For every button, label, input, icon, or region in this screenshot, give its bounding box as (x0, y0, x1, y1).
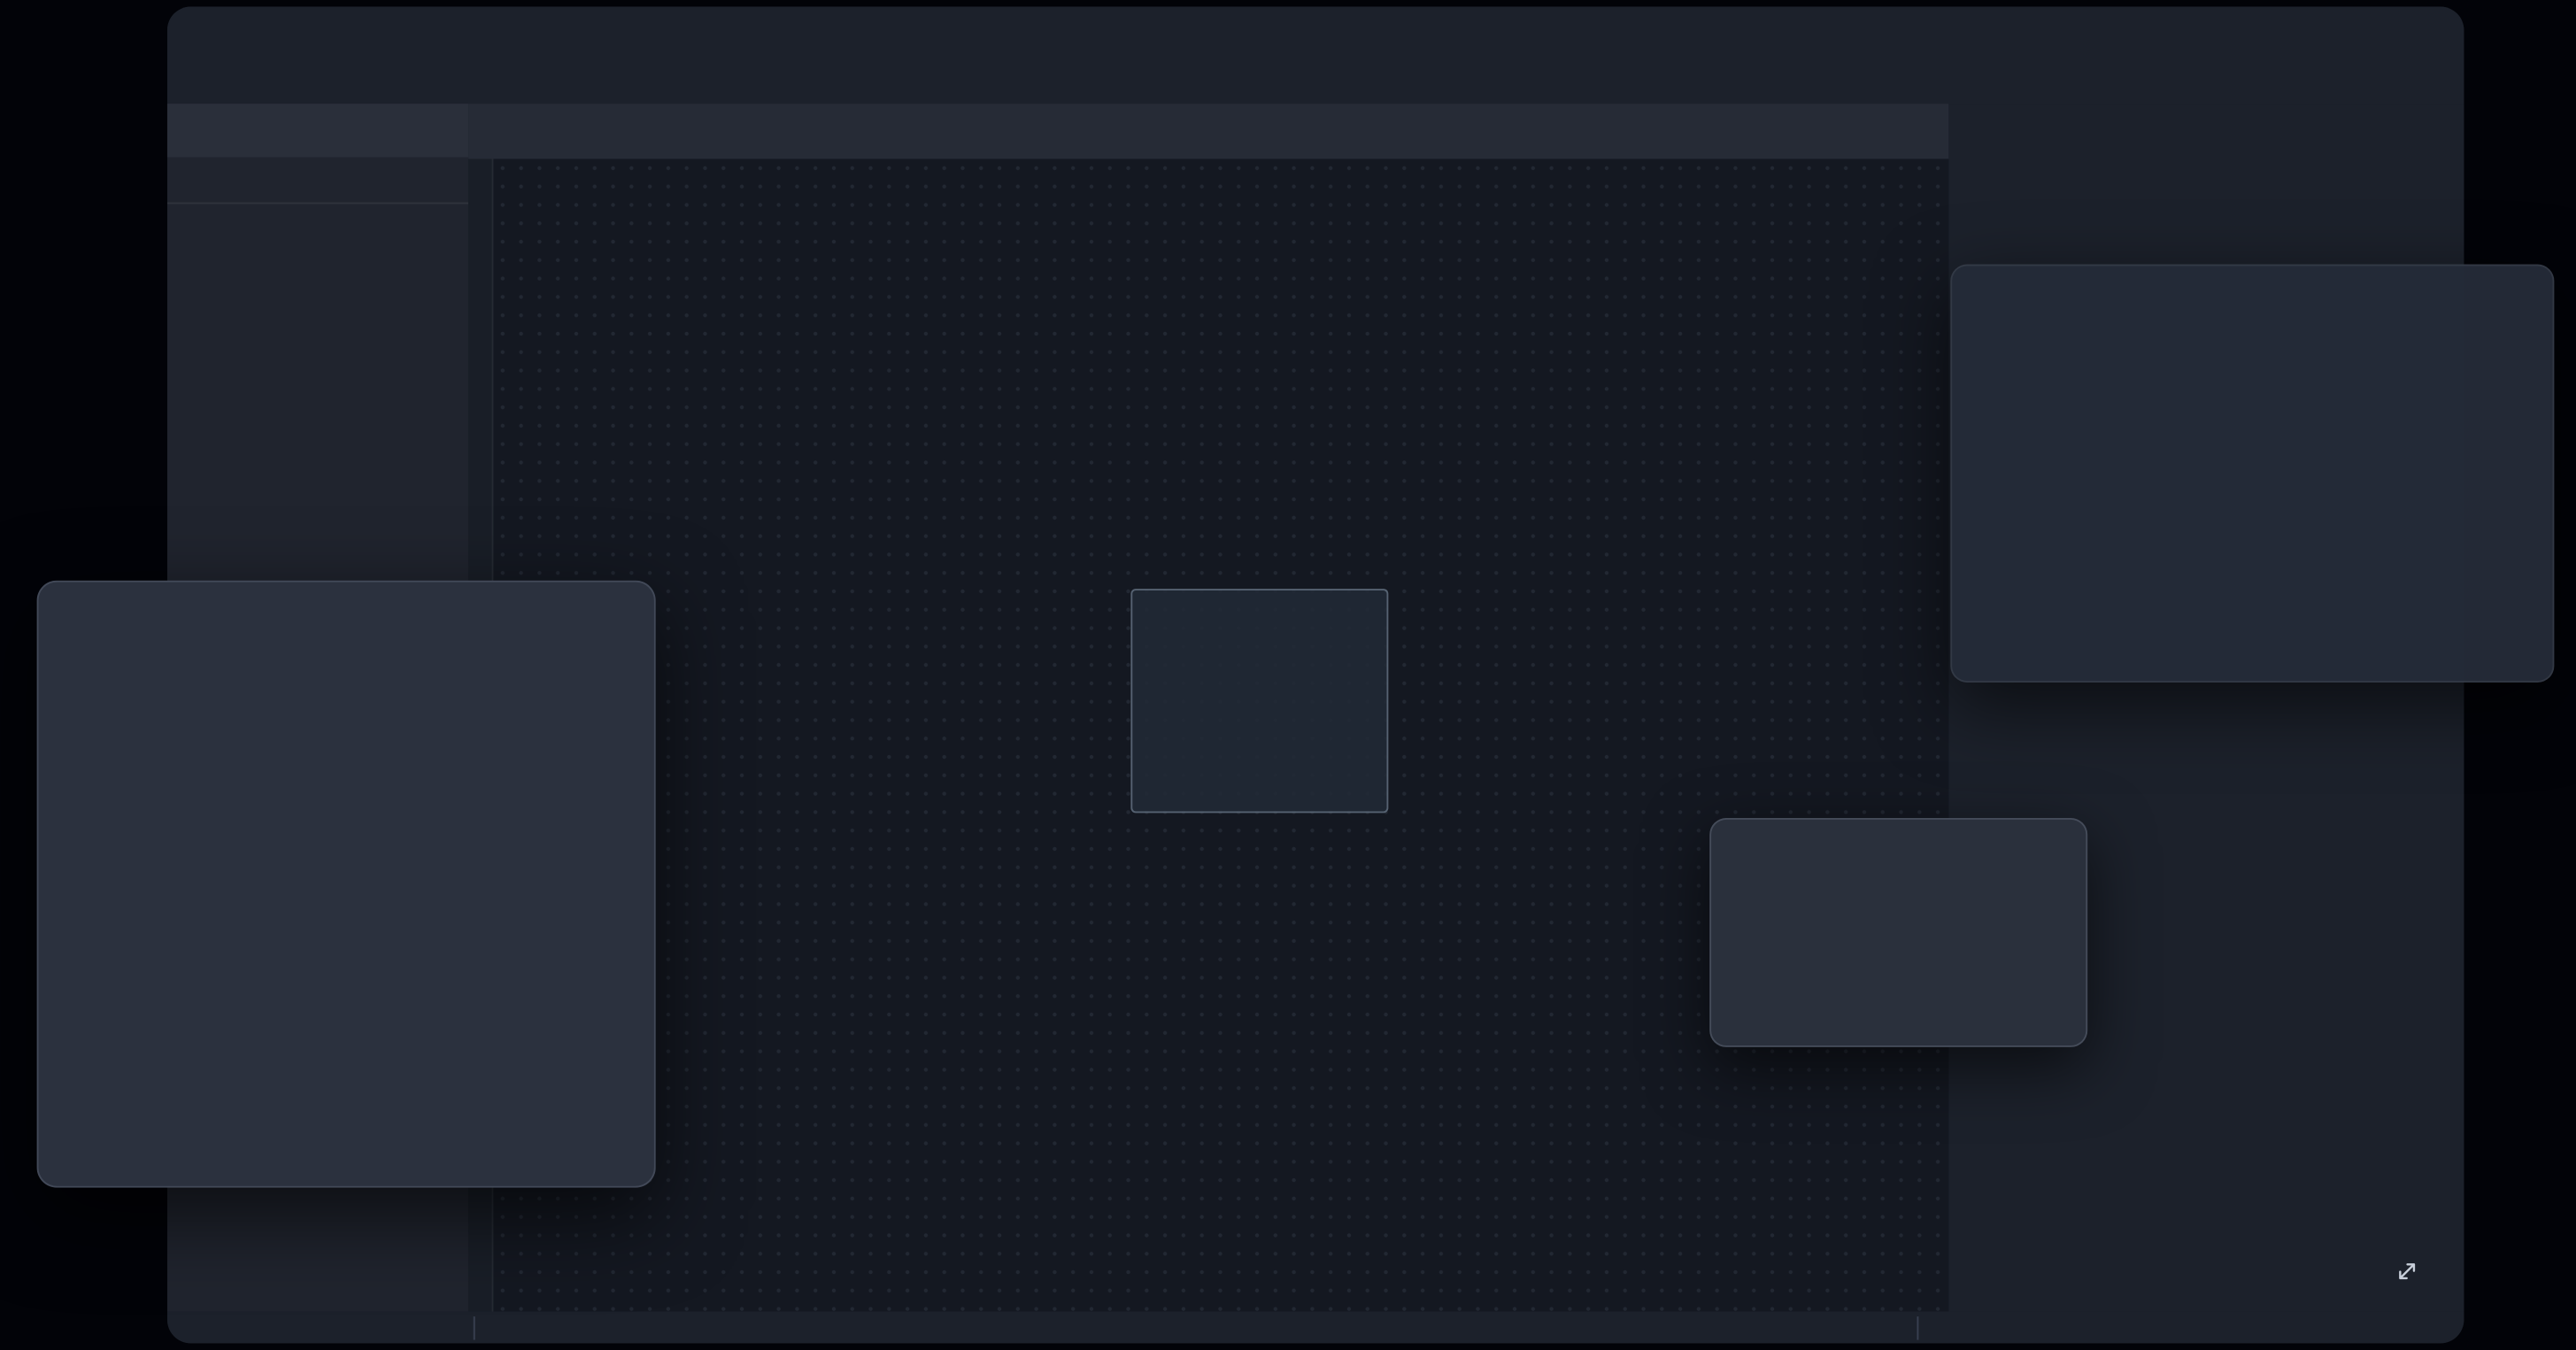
divider (474, 1316, 475, 1339)
layers-panel-title (167, 104, 468, 157)
series-slider-card (1950, 265, 2554, 683)
chart-tooltip (1130, 589, 1388, 813)
layers-toolbar (167, 158, 468, 204)
divider (1917, 1316, 1918, 1339)
table-resize-icon[interactable] (2392, 1256, 2422, 1286)
chart-legend (814, 942, 1773, 989)
bottombar (167, 1311, 2464, 1343)
topbar (167, 7, 2464, 104)
chart-type-popup (37, 581, 656, 1188)
stage (0, 0, 2576, 1350)
mini-chart-popup (1709, 818, 2087, 1047)
component-tabbar (468, 104, 1948, 158)
